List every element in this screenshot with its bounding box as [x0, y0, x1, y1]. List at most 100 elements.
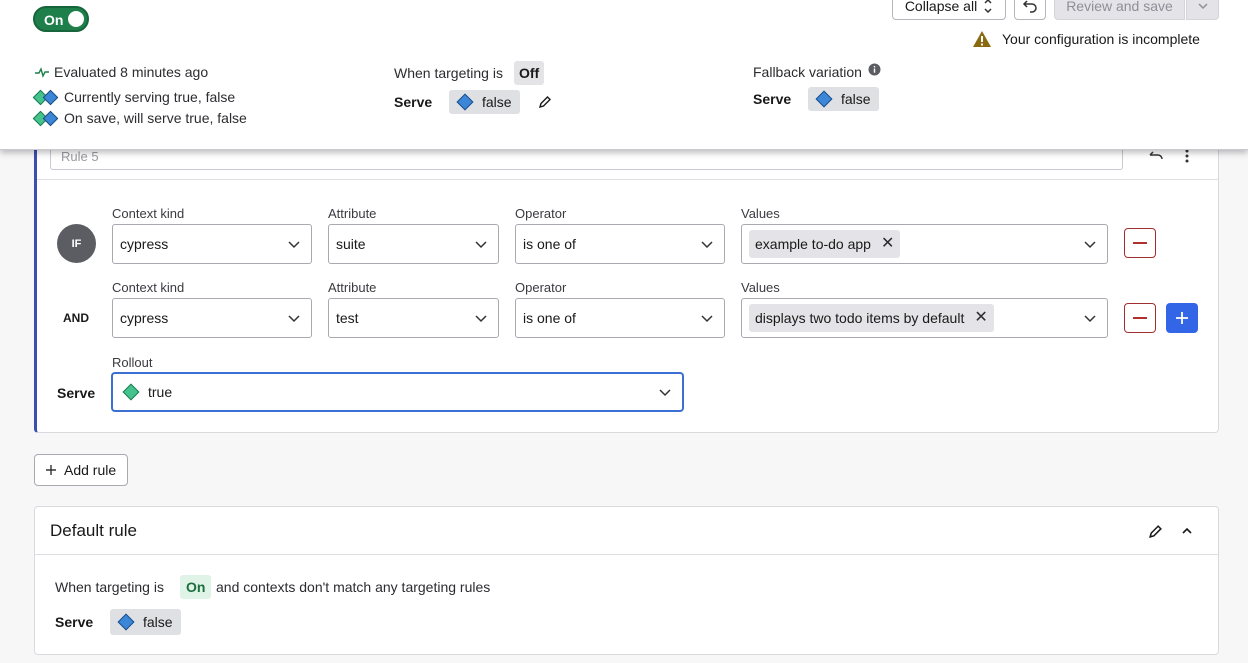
remove-condition-button[interactable]: [1124, 228, 1156, 258]
default-rule-state: On: [186, 579, 206, 595]
on-save-text: On save, will serve true, false: [64, 110, 247, 126]
chevron-down-icon: [288, 241, 300, 249]
edit-off-variation-button[interactable]: [535, 92, 555, 112]
collapse-default-rule-button[interactable]: [1177, 521, 1197, 541]
default-rule-text-before: When targeting is: [55, 579, 164, 595]
chevron-down-icon: [1197, 3, 1208, 10]
true-variation-icon: [122, 383, 140, 401]
operator-value: is one of: [523, 236, 576, 252]
context-kind-select[interactable]: cypress: [112, 298, 312, 338]
serve-variation-chip: false: [449, 90, 520, 114]
evaluated-status: Evaluated 8 minutes ago: [34, 64, 208, 80]
info-icon[interactable]: [868, 63, 881, 76]
targeting-state-value: Off: [519, 65, 540, 81]
pencil-icon: [538, 96, 551, 109]
chevron-down-icon: [288, 315, 300, 323]
chevron-down-icon: [475, 241, 487, 249]
toggle-label: On: [44, 12, 64, 28]
rule-divider: [37, 179, 1218, 180]
pencil-icon: [1148, 524, 1162, 538]
more-vertical-icon: [1185, 149, 1189, 163]
values-select[interactable]: displays two todo items by default ✕: [741, 298, 1108, 338]
context-kind-label: Context kind: [112, 280, 185, 295]
chevron-down-icon: [701, 241, 713, 249]
remove-value-icon[interactable]: ✕: [881, 236, 894, 252]
attribute-label: Attribute: [328, 280, 377, 295]
add-rule-button[interactable]: Add rule: [34, 454, 128, 486]
values-label: Values: [741, 206, 780, 221]
operator-select[interactable]: is one of: [515, 224, 725, 264]
remove-condition-button[interactable]: [1124, 303, 1156, 333]
flag-header: On Collapse all Review and save Your con…: [0, 0, 1248, 150]
rollout-select[interactable]: true: [112, 373, 683, 411]
attribute-select[interactable]: test: [328, 298, 499, 338]
warning-text: Your configuration is incomplete: [1002, 31, 1200, 47]
context-kind-value: cypress: [120, 236, 169, 252]
chevron-down-icon: [659, 389, 671, 397]
plus-icon: [1176, 312, 1188, 324]
operator-select[interactable]: is one of: [515, 298, 725, 338]
toggle-knob: [68, 11, 84, 27]
attribute-value: test: [336, 310, 359, 326]
values-label: Values: [741, 280, 780, 295]
rollout-label: Rollout: [112, 355, 153, 370]
attribute-value: suite: [336, 236, 366, 252]
fallback-label: Fallback variation: [753, 64, 862, 80]
collapse-all-button[interactable]: Collapse all: [892, 0, 1006, 20]
false-variation-icon: [815, 90, 833, 108]
targeting-toggle[interactable]: On: [33, 6, 89, 32]
default-serve-chip: false: [110, 609, 181, 635]
currently-serving: Currently serving true, false: [32, 89, 236, 106]
value-chip-text: example to-do app: [755, 236, 871, 252]
default-serve-value: false: [143, 614, 173, 630]
fallback-variation-value: false: [841, 91, 871, 107]
minus-icon: [1133, 317, 1147, 319]
undo-button[interactable]: [1014, 0, 1046, 20]
on-save-serving: On save, will serve true, false: [32, 110, 247, 127]
serve-variation-value: false: [482, 94, 512, 110]
attribute-label: Attribute: [328, 206, 377, 221]
rollout-value: true: [148, 384, 173, 400]
review-and-save-label: Review and save: [1066, 0, 1173, 14]
default-rule-divider: [35, 554, 1218, 555]
operator-label: Operator: [515, 206, 567, 221]
chevron-down-icon: [1084, 241, 1096, 249]
context-kind-value: cypress: [120, 310, 169, 326]
undo-icon: [1149, 151, 1163, 160]
currently-serving-text: Currently serving true, false: [64, 89, 236, 105]
default-rule-state-badge: On: [180, 575, 212, 599]
evaluated-text: Evaluated 8 minutes ago: [54, 64, 209, 80]
chevron-down-icon: [475, 315, 487, 323]
default-rule-card: [34, 506, 1219, 655]
value-chip: displays two todo items by default ✕: [749, 304, 994, 332]
value-chip: example to-do app ✕: [749, 230, 901, 258]
and-connector: AND: [63, 311, 89, 325]
save-options-button[interactable]: [1186, 0, 1219, 20]
chevron-down-icon: [701, 315, 713, 323]
variations-icon: [32, 111, 59, 127]
context-kind-select[interactable]: cypress: [112, 224, 312, 264]
attribute-select[interactable]: suite: [328, 224, 499, 264]
undo-icon: [1022, 0, 1037, 13]
if-connector: IF: [57, 224, 96, 263]
edit-default-rule-button[interactable]: [1145, 521, 1165, 541]
plus-icon: [46, 465, 56, 475]
add-condition-button[interactable]: [1166, 303, 1198, 333]
add-rule-label: Add rule: [64, 462, 117, 478]
value-chip-text: displays two todo items by default: [755, 310, 965, 326]
serve-label: Serve: [394, 94, 433, 110]
warning-icon: [973, 31, 991, 47]
values-select[interactable]: example to-do app ✕: [741, 224, 1108, 264]
collapse-all-label: Collapse all: [904, 0, 978, 14]
false-variation-icon: [117, 613, 135, 631]
minus-icon: [1133, 242, 1147, 244]
remove-value-icon[interactable]: ✕: [974, 310, 987, 326]
variations-icon: [32, 90, 59, 106]
pulse-icon: [35, 67, 49, 78]
targeting-state-badge: Off: [514, 61, 545, 85]
fallback-serve-label: Serve: [753, 91, 792, 107]
fallback-variation-chip: false: [808, 87, 879, 111]
review-and-save-button[interactable]: Review and save: [1054, 0, 1185, 20]
default-rule-text-after: and contexts don't match any targeting r…: [216, 579, 491, 595]
chevron-up-icon: [1182, 527, 1192, 534]
